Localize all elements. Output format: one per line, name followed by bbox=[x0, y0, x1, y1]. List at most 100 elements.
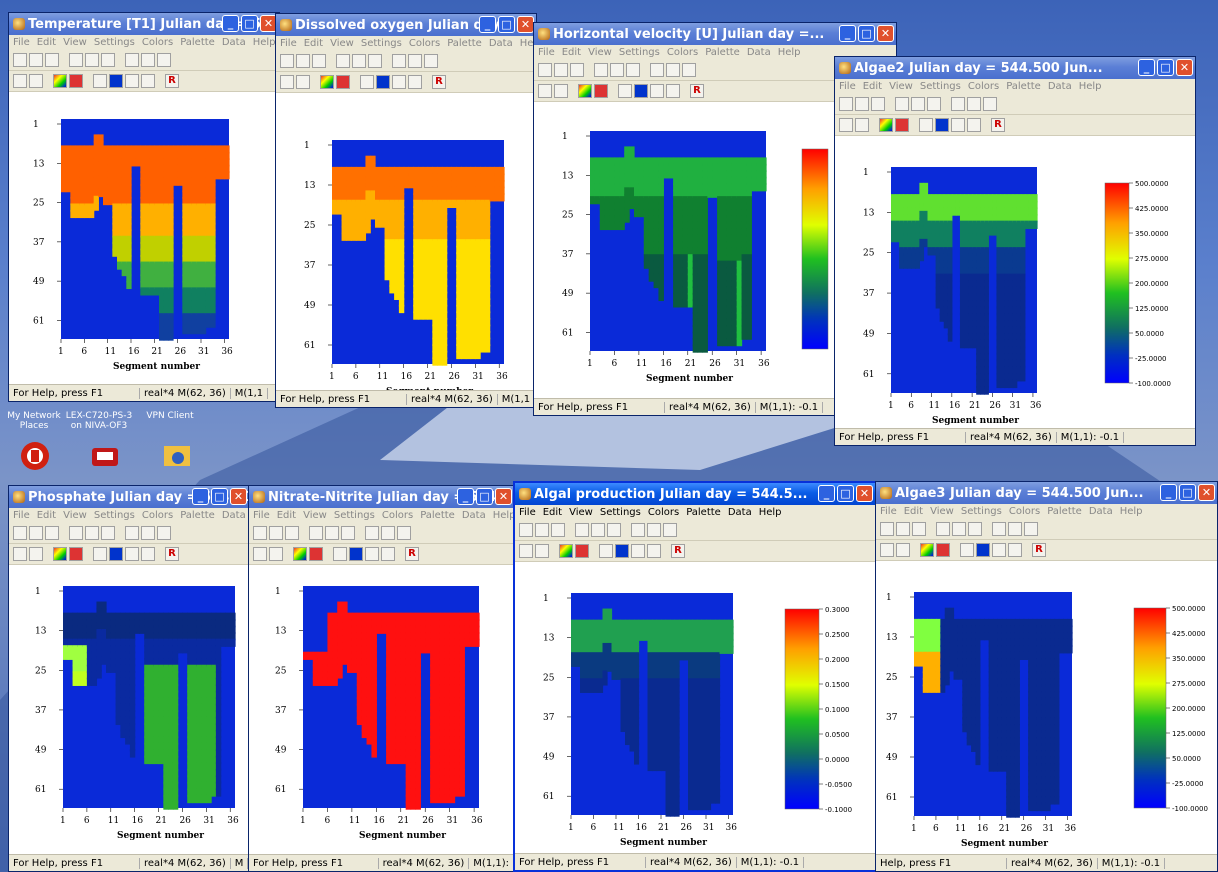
close-button[interactable]: ✕ bbox=[517, 16, 534, 33]
new-icon[interactable] bbox=[839, 97, 853, 111]
up-icon[interactable] bbox=[253, 547, 267, 561]
palette-icon[interactable] bbox=[920, 543, 934, 557]
minimize-button[interactable]: _ bbox=[1160, 484, 1177, 501]
app-icon[interactable] bbox=[839, 62, 851, 74]
menu-item-edit[interactable]: Edit bbox=[37, 37, 56, 48]
open-icon[interactable] bbox=[29, 53, 43, 67]
close-button[interactable]: ✕ bbox=[495, 488, 512, 505]
minimize-button[interactable]: _ bbox=[192, 488, 209, 505]
new-icon[interactable] bbox=[13, 53, 27, 67]
menu-item-data[interactable]: Data bbox=[489, 38, 513, 49]
down-icon[interactable] bbox=[554, 84, 568, 98]
menu-item-file[interactable]: File bbox=[839, 81, 856, 92]
menu-item-edit[interactable]: Edit bbox=[37, 510, 56, 521]
refresh-r-icon[interactable]: R bbox=[1032, 543, 1046, 557]
menu-item-file[interactable]: File bbox=[538, 47, 555, 58]
minimize-button[interactable]: _ bbox=[818, 485, 835, 502]
menu-item-help[interactable]: Help bbox=[1079, 81, 1102, 92]
open-icon[interactable] bbox=[535, 523, 549, 537]
cut-icon[interactable] bbox=[895, 97, 909, 111]
refresh-r-icon[interactable]: R bbox=[690, 84, 704, 98]
close-button[interactable]: ✕ bbox=[230, 488, 247, 505]
title-bar[interactable]: Temperature [T1] Julian day = 54 _ □ ✕ bbox=[9, 13, 279, 35]
up-icon[interactable] bbox=[839, 118, 853, 132]
menu-item-data[interactable]: Data bbox=[1048, 81, 1072, 92]
menu-item-colors[interactable]: Colors bbox=[1009, 506, 1040, 517]
new-icon[interactable] bbox=[253, 526, 267, 540]
menu-item-file[interactable]: File bbox=[13, 510, 30, 521]
maximize-button[interactable]: □ bbox=[1179, 484, 1196, 501]
contour-plot-area[interactable]: 1 13 25 37 49 61 1 6 11 16 21 26 31 36 Segment number 5… bbox=[835, 143, 1195, 429]
context-help-icon[interactable] bbox=[157, 53, 171, 67]
title-bar[interactable]: Algal production Julian day = 544.5... _ □… bbox=[515, 483, 875, 505]
menu-item-settings[interactable]: Settings bbox=[361, 38, 402, 49]
line-chart-icon[interactable] bbox=[647, 544, 661, 558]
menu-item-colors[interactable]: Colors bbox=[667, 47, 698, 58]
open-icon[interactable] bbox=[296, 54, 310, 68]
menu-item-palette[interactable]: Palette bbox=[1047, 506, 1082, 517]
down-icon[interactable] bbox=[296, 75, 310, 89]
palette-icon[interactable] bbox=[879, 118, 893, 132]
down-icon[interactable] bbox=[29, 74, 43, 88]
menu-item-help[interactable]: Help bbox=[778, 47, 801, 58]
paste-icon[interactable] bbox=[368, 54, 382, 68]
vpn-client-icon[interactable] bbox=[160, 440, 194, 472]
maximize-button[interactable]: □ bbox=[211, 488, 228, 505]
menu-item-edit[interactable]: Edit bbox=[562, 47, 581, 58]
copy-icon[interactable] bbox=[610, 63, 624, 77]
copy-icon[interactable] bbox=[952, 522, 966, 536]
up-icon[interactable] bbox=[13, 74, 27, 88]
print-icon[interactable] bbox=[631, 523, 645, 537]
minimize-button[interactable]: _ bbox=[457, 488, 474, 505]
menu-item-palette[interactable]: Palette bbox=[180, 510, 215, 521]
phosphate-window[interactable]: Phosphate Julian day = 544.50 _ □ ✕ File Edit… bbox=[8, 485, 250, 872]
desktop-icon-lex-printer[interactable]: LEX-C720-PS-3 on NIVA-OF3 bbox=[60, 411, 138, 431]
menu-item-file[interactable]: File bbox=[13, 37, 30, 48]
context-help-icon[interactable] bbox=[663, 523, 677, 537]
app-icon[interactable] bbox=[13, 18, 25, 30]
print-icon[interactable] bbox=[125, 526, 139, 540]
palette-icon[interactable] bbox=[559, 544, 573, 558]
palette-icon[interactable] bbox=[320, 75, 334, 89]
contour-icon[interactable] bbox=[935, 118, 949, 132]
menu-item-settings[interactable]: Settings bbox=[619, 47, 660, 58]
save-icon[interactable] bbox=[45, 526, 59, 540]
contour-icon[interactable] bbox=[376, 75, 390, 89]
menu-item-view[interactable]: View bbox=[569, 507, 593, 518]
new-icon[interactable] bbox=[880, 522, 894, 536]
menu-item-palette[interactable]: Palette bbox=[180, 37, 215, 48]
help-icon[interactable] bbox=[141, 526, 155, 540]
algae2-window[interactable]: Algae2 Julian day = 544.500 Jun... _ □ ✕ Fil… bbox=[834, 56, 1196, 446]
up-icon[interactable] bbox=[519, 544, 533, 558]
profile-icon[interactable] bbox=[951, 118, 965, 132]
cut-icon[interactable] bbox=[594, 63, 608, 77]
refresh-r-icon[interactable]: R bbox=[165, 547, 179, 561]
maximize-button[interactable]: □ bbox=[858, 25, 875, 42]
axis-icon[interactable] bbox=[960, 543, 974, 557]
paste-icon[interactable] bbox=[101, 526, 115, 540]
menu-item-edit[interactable]: Edit bbox=[904, 506, 923, 517]
app-icon[interactable] bbox=[280, 19, 292, 31]
menu-item-colors[interactable]: Colors bbox=[142, 510, 173, 521]
copy-icon[interactable] bbox=[85, 53, 99, 67]
menu-item-file[interactable]: File bbox=[253, 510, 270, 521]
contour-icon[interactable] bbox=[615, 544, 629, 558]
minimize-button[interactable]: _ bbox=[1138, 59, 1155, 76]
paste-icon[interactable] bbox=[626, 63, 640, 77]
printer-icon[interactable] bbox=[88, 440, 122, 472]
maximize-button[interactable]: □ bbox=[498, 16, 515, 33]
open-icon[interactable] bbox=[269, 526, 283, 540]
contour-plot-area[interactable]: 1132537496116111621263136Segment number bbox=[249, 572, 514, 855]
menu-item-view[interactable]: View bbox=[889, 81, 913, 92]
hourglass-icon[interactable] bbox=[895, 118, 909, 132]
contour-icon[interactable] bbox=[976, 543, 990, 557]
paste-icon[interactable] bbox=[607, 523, 621, 537]
line-chart-icon[interactable] bbox=[141, 74, 155, 88]
menu-item-settings[interactable]: Settings bbox=[920, 81, 961, 92]
menu-item-palette[interactable]: Palette bbox=[705, 47, 740, 58]
maximize-button[interactable]: □ bbox=[837, 485, 854, 502]
network-places-icon[interactable] bbox=[18, 440, 52, 472]
open-icon[interactable] bbox=[896, 522, 910, 536]
new-icon[interactable] bbox=[13, 526, 27, 540]
help-icon[interactable] bbox=[967, 97, 981, 111]
